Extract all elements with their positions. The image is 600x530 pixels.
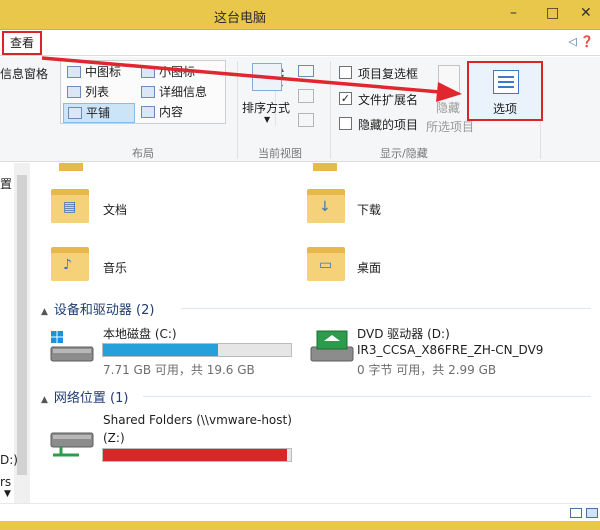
dvd-drive-label: IR3_CCSA_X86FRE_ZH-CN_DV9	[357, 343, 544, 357]
nav-scroll-down-icon[interactable]: ▼	[4, 489, 11, 499]
nav-item[interactable]: D:)	[0, 453, 18, 467]
music-folder-icon[interactable]: ♪	[51, 243, 91, 283]
close-button[interactable]: ✕	[580, 5, 592, 21]
info-pane-button[interactable]: 信息窗格	[0, 65, 48, 82]
documents-folder-icon[interactable]: ▤	[51, 185, 91, 225]
layout-group-label: 布局	[132, 147, 154, 160]
hide-selected-icon[interactable]	[438, 65, 460, 93]
small-icons-icon	[141, 66, 155, 78]
dvd-drive-name[interactable]: DVD 驱动器 (D:)	[357, 325, 450, 342]
layout-details[interactable]: 详细信息	[137, 83, 227, 103]
window-border	[0, 521, 600, 530]
status-bar	[0, 503, 600, 521]
shared-folder-usage-bar	[102, 448, 292, 462]
help-icon[interactable]: ◁ ❓	[568, 35, 594, 48]
nav-scrollbar[interactable]	[14, 163, 30, 503]
navigation-pane[interactable]: 置 D:) rs ▼	[0, 163, 30, 503]
nav-item[interactable]: 置	[0, 175, 12, 192]
shared-folder-drive: (Z:)	[103, 431, 125, 445]
layout-tiles[interactable]: 平铺	[63, 103, 135, 123]
network-drive-icon[interactable]	[49, 425, 95, 461]
downloads-folder-icon[interactable]: ↓	[307, 185, 347, 225]
local-disk-usage-bar	[102, 343, 292, 357]
divider	[237, 61, 238, 159]
folder-top-icon	[313, 163, 337, 171]
network-section-header[interactable]: ▲ 网络位置 (1)	[41, 387, 128, 406]
layout-content[interactable]: 内容	[137, 103, 227, 123]
maximize-button[interactable]: □	[546, 5, 559, 21]
sort-chevron-icon: ▼	[264, 115, 271, 124]
file-list: ▤ 文档 ↓ 下载 ♪ 音乐 ▭ 桌面 ▲ 设备和驱动器 (2) 本地磁盘 (C:…	[31, 163, 600, 503]
item-checkboxes-label: 项目复选框	[358, 67, 419, 81]
details-icon	[141, 86, 155, 98]
medium-icons-icon	[67, 66, 81, 78]
desktop-folder-icon[interactable]: ▭	[307, 243, 347, 283]
divider	[330, 61, 331, 159]
folder-label[interactable]: 音乐	[103, 259, 127, 276]
options-button[interactable]: 选项	[467, 61, 543, 121]
layout-list[interactable]: 列表	[63, 83, 135, 103]
folder-label[interactable]: 文档	[103, 201, 127, 218]
file-extensions-checkbox[interactable]: ✓	[339, 92, 352, 105]
nav-scroll-thumb[interactable]	[17, 175, 27, 475]
local-disk-icon[interactable]	[49, 329, 95, 365]
add-columns-icon[interactable]	[298, 89, 314, 103]
dvd-drive-space: 0 字节 可用，共 2.99 GB	[357, 363, 497, 377]
details-view-icon[interactable]	[570, 508, 582, 518]
list-icon	[67, 86, 81, 98]
item-checkboxes-checkbox[interactable]	[339, 66, 352, 79]
section-divider	[181, 308, 591, 309]
folder-label[interactable]: 下载	[357, 201, 381, 218]
layout-small-icons[interactable]: 小图标	[137, 63, 227, 83]
minimize-button[interactable]: –	[510, 5, 517, 21]
dvd-drive-icon[interactable]	[309, 329, 355, 365]
ribbon-tabs: 查看 ◁ ❓	[0, 30, 600, 56]
sort-icon	[252, 63, 282, 91]
window-title: 这台电脑	[213, 11, 266, 26]
tab-view[interactable]: 查看	[2, 31, 42, 55]
current-view-group-label: 当前视图	[258, 147, 302, 160]
collapse-caret-icon[interactable]: ▲	[41, 307, 48, 317]
layout-medium-icons[interactable]: 中图标	[63, 63, 135, 83]
size-columns-icon[interactable]	[298, 113, 314, 127]
tiles-icon	[68, 107, 82, 119]
local-disk-usage-fill	[103, 344, 218, 356]
layout-gallery: 中图标 小图标 列表 详细信息 平铺 内容 ▲▼▾	[60, 60, 284, 126]
hidden-items-checkbox[interactable]	[339, 117, 352, 130]
show-hide-group-label: 显示/隐藏	[380, 147, 428, 160]
group-by-icon[interactable]	[298, 65, 314, 77]
local-disk-name[interactable]: 本地磁盘 (C:)	[103, 325, 177, 342]
file-extensions-label: 文件扩展名	[358, 93, 419, 107]
shared-folder-usage-fill	[103, 449, 288, 461]
folder-top-icon	[59, 163, 83, 171]
devices-section-header[interactable]: ▲ 设备和驱动器 (2)	[41, 299, 154, 318]
nav-item[interactable]: rs	[0, 475, 11, 489]
local-disk-space: 7.71 GB 可用，共 19.6 GB	[103, 363, 255, 377]
options-label: 选项	[492, 102, 517, 116]
sort-button[interactable]: 排序方式	[242, 99, 290, 116]
title-bar: 这台电脑 – □ ✕	[0, 0, 600, 30]
options-icon	[493, 70, 519, 94]
collapse-caret-icon[interactable]: ▲	[41, 395, 48, 405]
content-icon	[141, 106, 155, 118]
section-divider	[143, 396, 591, 397]
tiles-view-icon[interactable]	[586, 508, 598, 518]
shared-folder-name[interactable]: Shared Folders (\\vmware-host)	[103, 413, 292, 427]
hidden-items-label: 隐藏的项目	[358, 118, 419, 132]
hide-label: 隐藏	[436, 101, 461, 115]
folder-label[interactable]: 桌面	[357, 259, 381, 276]
